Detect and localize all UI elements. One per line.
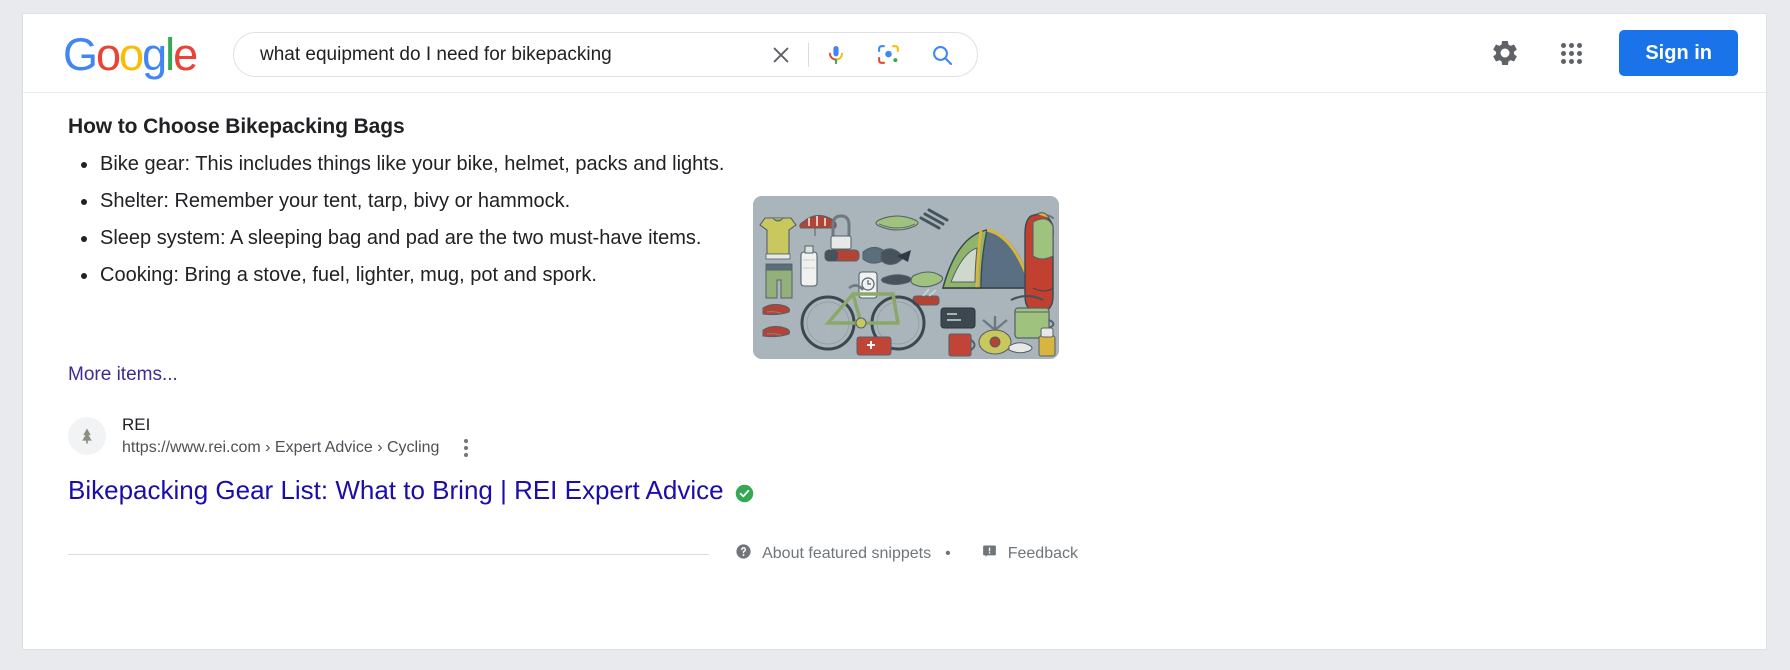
apps-grid-icon[interactable] <box>1549 31 1593 75</box>
logo-letter-l: l <box>165 29 175 80</box>
snippet-footer: About featured snippets • Feedback <box>68 543 1078 565</box>
snippet-bullet-list: Bike gear: This includes things like you… <box>68 149 725 297</box>
logo-letter-g2: g <box>142 29 167 80</box>
page-header: Google what equipment do I need for bike… <box>23 14 1766 93</box>
verified-check-icon <box>734 480 755 503</box>
footer-links: About featured snippets • Feedback <box>709 543 1078 565</box>
google-logo[interactable]: Google <box>63 29 198 80</box>
list-item: Bike gear: This includes things like you… <box>81 149 725 180</box>
logo-letter-o1: o <box>96 29 121 80</box>
search-box[interactable]: what equipment do I need for bikepacking <box>233 32 978 77</box>
source-meta: REI https://www.rei.com › Expert Advice … <box>122 413 477 459</box>
source-url-row: https://www.rei.com › Expert Advice › Cy… <box>122 437 477 459</box>
more-items-link[interactable]: More items... <box>68 364 178 386</box>
google-lens-icon[interactable] <box>873 40 903 70</box>
snippet-title: How to Choose Bikepacking Bags <box>68 115 405 138</box>
gear-illustration-graphic <box>753 196 1059 359</box>
about-featured-snippets-link[interactable]: About featured snippets <box>735 543 931 565</box>
result-title-link[interactable]: Bikepacking Gear List: What to Bring | R… <box>68 475 755 506</box>
footer-separator: • <box>945 545 951 562</box>
footer-divider <box>68 553 710 555</box>
logo-letter-e: e <box>173 29 198 80</box>
source-site-name: REI <box>122 415 151 434</box>
gear-icon[interactable] <box>1483 31 1527 75</box>
logo-letter-g1: G <box>63 29 98 80</box>
browser-screen: Google what equipment do I need for bike… <box>0 0 1790 670</box>
result-title-text: Bikepacking Gear List: What to Bring | R… <box>68 475 724 505</box>
close-icon[interactable] <box>764 38 798 72</box>
microphone-icon[interactable] <box>821 40 851 70</box>
google-search-page: Google what equipment do I need for bike… <box>22 13 1767 650</box>
more-options-icon[interactable] <box>455 437 477 459</box>
rei-tree-favicon <box>68 417 106 455</box>
logo-letter-o2: o <box>119 29 144 80</box>
search-input[interactable]: what equipment do I need for bikepacking <box>260 44 764 66</box>
bikepacking-gear-illustration[interactable] <box>753 196 1059 359</box>
breadcrumb: https://www.rei.com › Expert Advice › Cy… <box>122 439 440 456</box>
about-featured-snippets-label: About featured snippets <box>762 545 932 562</box>
feedback-flag-icon <box>981 543 1008 565</box>
search-divider <box>808 42 809 67</box>
list-item: Cooking: Bring a stove, fuel, lighter, m… <box>81 260 725 291</box>
sign-in-button[interactable]: Sign in <box>1619 30 1738 76</box>
result-source[interactable]: REI https://www.rei.com › Expert Advice … <box>68 413 477 459</box>
list-item: Shelter: Remember your tent, tarp, bivy … <box>81 186 725 217</box>
feedback-label: Feedback <box>1007 545 1078 562</box>
help-circle-icon <box>735 543 762 565</box>
list-item: Sleep system: A sleeping bag and pad are… <box>81 223 725 254</box>
feedback-link[interactable]: Feedback <box>981 543 1078 565</box>
search-icon[interactable] <box>927 40 957 70</box>
header-actions: Sign in <box>1483 14 1738 92</box>
